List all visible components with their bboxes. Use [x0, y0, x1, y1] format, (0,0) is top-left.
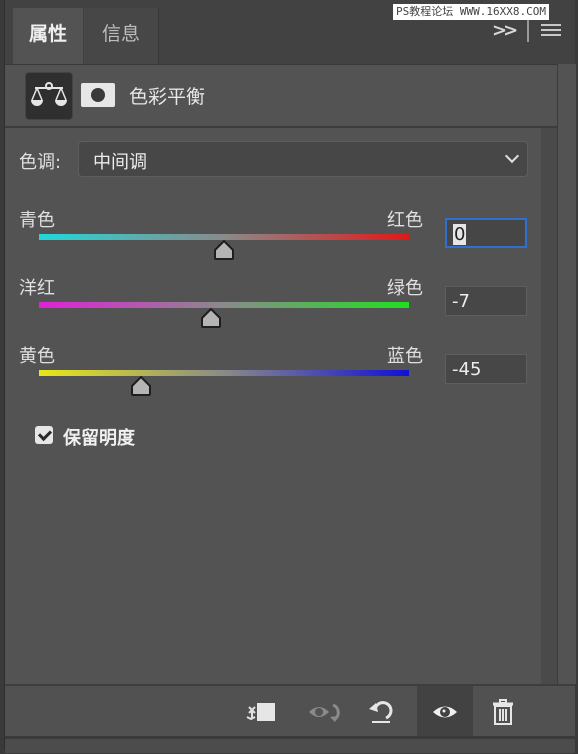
slider-right-label: 绿色 — [387, 278, 423, 299]
slider-thumb[interactable] — [200, 308, 222, 328]
view-previous-state-button[interactable] — [303, 686, 347, 738]
magenta-green-value-input[interactable]: -7 — [445, 286, 527, 316]
panel-footer — [5, 684, 575, 738]
preserve-luminosity-checkbox[interactable] — [35, 426, 53, 444]
adjustment-title: 色彩平衡 — [129, 86, 206, 108]
reset-icon — [369, 701, 393, 723]
scrollbar[interactable] — [541, 128, 557, 684]
tone-dropdown[interactable]: 中间调 — [78, 141, 528, 177]
tab-info[interactable]: 信息 — [84, 8, 159, 64]
slider-cyan-red: 青色 红色 0 — [5, 206, 541, 276]
cyan-red-value-input[interactable]: 0 — [445, 218, 527, 248]
eye-icon — [433, 706, 457, 718]
yellow-blue-value-input[interactable]: -45 — [445, 354, 527, 384]
slider-left-label: 洋红 — [19, 278, 55, 299]
trash-icon — [493, 699, 513, 725]
layer-mask-icon[interactable] — [81, 83, 115, 107]
slider-magenta-green: 洋红 绿色 -7 — [5, 274, 541, 344]
tone-label: 色调: — [19, 152, 62, 173]
clip-to-layer-icon — [246, 703, 275, 721]
slider-right-label: 红色 — [387, 210, 423, 231]
slider-thumb[interactable] — [213, 240, 235, 260]
slider-track[interactable] — [39, 370, 409, 376]
panel-right-edge — [557, 64, 576, 684]
slider-thumb[interactable] — [130, 376, 152, 396]
slider-track[interactable] — [39, 302, 409, 308]
properties-panel: 属性 信息 >> PS教程论坛 WWW.16XX8.COM 色彩平衡 色调: 中… — [4, 0, 576, 753]
delete-button[interactable] — [481, 686, 525, 738]
preserve-luminosity-label: 保留明度 — [63, 428, 135, 449]
watermark: PS教程论坛 WWW.16XX8.COM — [393, 4, 549, 20]
adjustment-header: 色彩平衡 — [5, 64, 575, 128]
balance-scale-icon[interactable] — [25, 72, 73, 120]
slider-left-label: 青色 — [19, 210, 55, 231]
slider-yellow-blue: 黄色 蓝色 -45 — [5, 342, 541, 412]
hamburger-menu-icon[interactable] — [541, 24, 561, 38]
double-chevron-right-icon[interactable]: >> — [492, 20, 518, 41]
reset-button[interactable] — [359, 686, 403, 738]
view-previous-state-icon — [309, 703, 340, 722]
panel-resize-bar[interactable] — [5, 736, 575, 753]
slider-left-label: 黄色 — [19, 346, 55, 367]
chevron-down-icon — [504, 148, 520, 164]
tone-selected-value: 中间调 — [93, 152, 147, 173]
clip-to-layer-button[interactable] — [239, 686, 283, 738]
divider — [527, 20, 529, 42]
toggle-visibility-button[interactable] — [417, 686, 473, 738]
adjustment-content: 色调: 中间调 青色 红色 0 洋红 绿色 -7 黄色 蓝色 -45 保留明度 — [5, 128, 541, 684]
slider-right-label: 蓝色 — [387, 346, 423, 367]
tab-properties[interactable]: 属性 — [13, 8, 83, 64]
